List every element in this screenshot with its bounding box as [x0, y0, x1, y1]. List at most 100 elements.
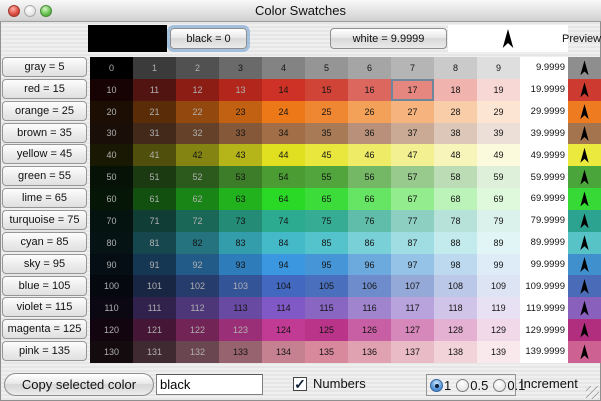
swatch-cell-79[interactable]: 79 — [477, 210, 520, 232]
swatch-cell-136[interactable]: 136 — [348, 341, 391, 363]
swatch-cell-30[interactable]: 30 — [90, 123, 133, 145]
swatch-cell-23[interactable]: 23 — [219, 101, 262, 123]
swatch-cell-105[interactable]: 105 — [305, 275, 348, 297]
swatch-cell-93[interactable]: 93 — [219, 254, 262, 276]
swatch-cell-60[interactable]: 60 — [90, 188, 133, 210]
swatch-cell-51[interactable]: 51 — [133, 166, 176, 188]
swatch-cell-104[interactable]: 104 — [262, 275, 305, 297]
swatch-cell-107[interactable]: 107 — [391, 275, 434, 297]
swatch-cell-92[interactable]: 92 — [176, 254, 219, 276]
swatch-cell-138[interactable]: 138 — [434, 341, 477, 363]
swatch-cell-64[interactable]: 64 — [262, 188, 305, 210]
swatch-cell-9[interactable]: 9 — [477, 57, 520, 79]
swatch-cell-48[interactable]: 48 — [434, 144, 477, 166]
swatch-cell-6[interactable]: 6 — [348, 57, 391, 79]
swatch-cell-98[interactable]: 98 — [434, 254, 477, 276]
swatch-cell-38[interactable]: 38 — [434, 123, 477, 145]
swatch-cell-13[interactable]: 13 — [219, 79, 262, 101]
swatch-cell-74[interactable]: 74 — [262, 210, 305, 232]
swatch-cell-121[interactable]: 121 — [133, 319, 176, 341]
numbers-checkbox[interactable]: ✓ — [293, 377, 307, 391]
swatch-cell-54[interactable]: 54 — [262, 166, 305, 188]
swatch-cell-8[interactable]: 8 — [434, 57, 477, 79]
swatch-cell-18[interactable]: 18 — [434, 79, 477, 101]
swatch-cell-55[interactable]: 55 — [305, 166, 348, 188]
swatch-cell-29[interactable]: 29 — [477, 101, 520, 123]
swatch-cell-24[interactable]: 24 — [262, 101, 305, 123]
swatch-cell-97[interactable]: 97 — [391, 254, 434, 276]
swatch-cell-17[interactable]: 17 — [391, 79, 434, 101]
sidebar-button-gray[interactable]: gray = 5 — [2, 57, 87, 77]
swatch-cell-66[interactable]: 66 — [348, 188, 391, 210]
swatch-cell-103[interactable]: 103 — [219, 275, 262, 297]
swatch-cell-19[interactable]: 19 — [477, 79, 520, 101]
swatch-cell-52[interactable]: 52 — [176, 166, 219, 188]
swatch-cell-113[interactable]: 113 — [219, 297, 262, 319]
swatch-cell-58[interactable]: 58 — [434, 166, 477, 188]
swatch-cell-20[interactable]: 20 — [90, 101, 133, 123]
swatch-cell-118[interactable]: 118 — [434, 297, 477, 319]
swatch-cell-125[interactable]: 125 — [305, 319, 348, 341]
swatch-cell-47[interactable]: 47 — [391, 144, 434, 166]
swatch-cell-41[interactable]: 41 — [133, 144, 176, 166]
swatch-cell-85[interactable]: 85 — [305, 232, 348, 254]
swatch-cell-53[interactable]: 53 — [219, 166, 262, 188]
swatch-cell-62[interactable]: 62 — [176, 188, 219, 210]
swatch-cell-132[interactable]: 132 — [176, 341, 219, 363]
sidebar-button-orange[interactable]: orange = 25 — [2, 101, 87, 121]
swatch-cell-10[interactable]: 10 — [90, 79, 133, 101]
increment-radio-0.1[interactable] — [493, 379, 506, 392]
swatch-cell-130[interactable]: 130 — [90, 341, 133, 363]
swatch-cell-133[interactable]: 133 — [219, 341, 262, 363]
swatch-cell-12[interactable]: 12 — [176, 79, 219, 101]
swatch-cell-94[interactable]: 94 — [262, 254, 305, 276]
swatch-cell-124[interactable]: 124 — [262, 319, 305, 341]
swatch-cell-4[interactable]: 4 — [262, 57, 305, 79]
swatch-cell-15[interactable]: 15 — [305, 79, 348, 101]
swatch-cell-39[interactable]: 39 — [477, 123, 520, 145]
swatch-cell-134[interactable]: 134 — [262, 341, 305, 363]
sidebar-button-cyan[interactable]: cyan = 85 — [2, 232, 87, 252]
swatch-cell-33[interactable]: 33 — [219, 123, 262, 145]
swatch-cell-77[interactable]: 77 — [391, 210, 434, 232]
swatch-cell-84[interactable]: 84 — [262, 232, 305, 254]
swatch-cell-70[interactable]: 70 — [90, 210, 133, 232]
swatch-cell-101[interactable]: 101 — [133, 275, 176, 297]
swatch-cell-35[interactable]: 35 — [305, 123, 348, 145]
swatch-cell-91[interactable]: 91 — [133, 254, 176, 276]
swatch-cell-119[interactable]: 119 — [477, 297, 520, 319]
swatch-cell-137[interactable]: 137 — [391, 341, 434, 363]
swatch-cell-88[interactable]: 88 — [434, 232, 477, 254]
swatch-cell-65[interactable]: 65 — [305, 188, 348, 210]
swatch-cell-1[interactable]: 1 — [133, 57, 176, 79]
swatch-cell-56[interactable]: 56 — [348, 166, 391, 188]
swatch-cell-71[interactable]: 71 — [133, 210, 176, 232]
swatch-cell-42[interactable]: 42 — [176, 144, 219, 166]
sidebar-button-violet[interactable]: violet = 115 — [2, 297, 87, 317]
swatch-cell-120[interactable]: 120 — [90, 319, 133, 341]
swatch-cell-109[interactable]: 109 — [477, 275, 520, 297]
white-value-button[interactable]: white = 9.9999 — [330, 28, 447, 49]
swatch-cell-129[interactable]: 129 — [477, 319, 520, 341]
swatch-cell-26[interactable]: 26 — [348, 101, 391, 123]
swatch-cell-128[interactable]: 128 — [434, 319, 477, 341]
copy-selected-color-button[interactable]: Copy selected color — [4, 373, 154, 396]
swatch-cell-67[interactable]: 67 — [391, 188, 434, 210]
swatch-cell-40[interactable]: 40 — [90, 144, 133, 166]
swatch-cell-25[interactable]: 25 — [305, 101, 348, 123]
swatch-cell-22[interactable]: 22 — [176, 101, 219, 123]
sidebar-button-sky[interactable]: sky = 95 — [2, 254, 87, 274]
sidebar-button-red[interactable]: red = 15 — [2, 79, 87, 99]
black-value-button[interactable]: black = 0 — [170, 28, 247, 49]
swatch-cell-68[interactable]: 68 — [434, 188, 477, 210]
swatch-cell-32[interactable]: 32 — [176, 123, 219, 145]
swatch-cell-11[interactable]: 11 — [133, 79, 176, 101]
swatch-cell-112[interactable]: 112 — [176, 297, 219, 319]
swatch-cell-87[interactable]: 87 — [391, 232, 434, 254]
swatch-cell-139[interactable]: 139 — [477, 341, 520, 363]
swatch-cell-123[interactable]: 123 — [219, 319, 262, 341]
sidebar-button-lime[interactable]: lime = 65 — [2, 188, 87, 208]
sidebar-button-brown[interactable]: brown = 35 — [2, 123, 87, 143]
swatch-cell-102[interactable]: 102 — [176, 275, 219, 297]
swatch-cell-27[interactable]: 27 — [391, 101, 434, 123]
